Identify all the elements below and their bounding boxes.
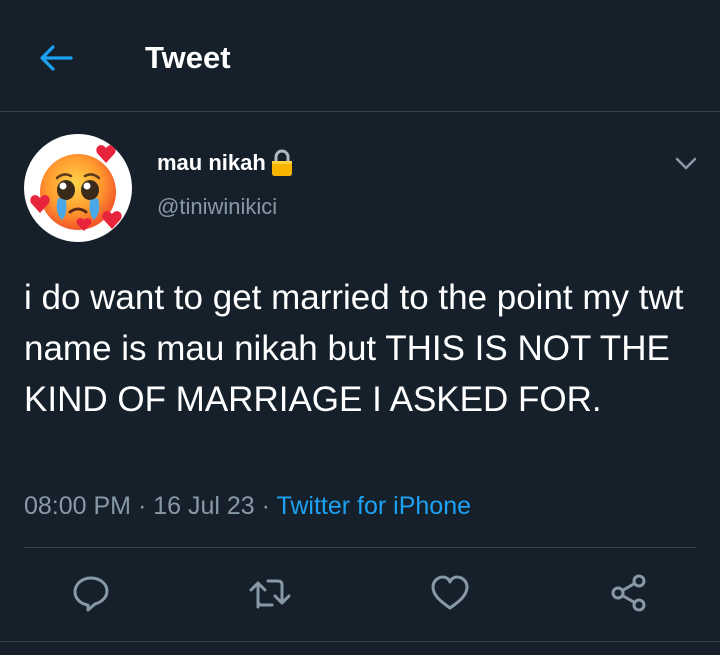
divider-bottom: [0, 641, 720, 642]
pleading-face-with-hearts-emoji: [30, 145, 122, 231]
tweet-time: 08:00 PM: [24, 492, 132, 520]
retweet-button[interactable]: [247, 570, 293, 616]
page-title: Tweet: [145, 40, 231, 75]
reply-icon: [73, 576, 109, 612]
tweet-source-link[interactable]: Twitter for iPhone: [276, 492, 471, 520]
back-button[interactable]: [34, 38, 78, 78]
tweet-actions-bar: [0, 570, 720, 620]
reply-button[interactable]: [68, 570, 114, 616]
meta-separator: ·: [131, 492, 154, 520]
tweet-metadata: 08:00 PM · 16 Jul 23 · Twitter for iPhon…: [24, 487, 471, 525]
divider: [24, 547, 696, 548]
tweet-date: 16 Jul 23: [153, 492, 255, 520]
share-icon: [611, 574, 646, 612]
display-name: mau nikah: [157, 150, 266, 175]
back-arrow-icon: [40, 45, 73, 71]
like-button[interactable]: [427, 570, 473, 616]
author-name-row[interactable]: mau nikah: [157, 146, 295, 180]
top-app-bar: Tweet: [0, 0, 720, 112]
author-handle[interactable]: @tiniwinikici: [157, 194, 277, 220]
more-options-button[interactable]: [668, 148, 704, 180]
tweet-detail-page: Tweet mau nikah @tiniwinikici i do want …: [0, 0, 720, 655]
tweet-text: i do want to get married to the point my…: [24, 278, 684, 419]
chevron-down-icon: [675, 157, 697, 170]
like-icon: [431, 575, 469, 610]
lock-icon: [271, 149, 292, 176]
retweet-icon: [249, 579, 291, 609]
meta-separator-2: ·: [254, 492, 277, 520]
avatar[interactable]: [24, 134, 132, 242]
share-button[interactable]: [606, 570, 652, 616]
